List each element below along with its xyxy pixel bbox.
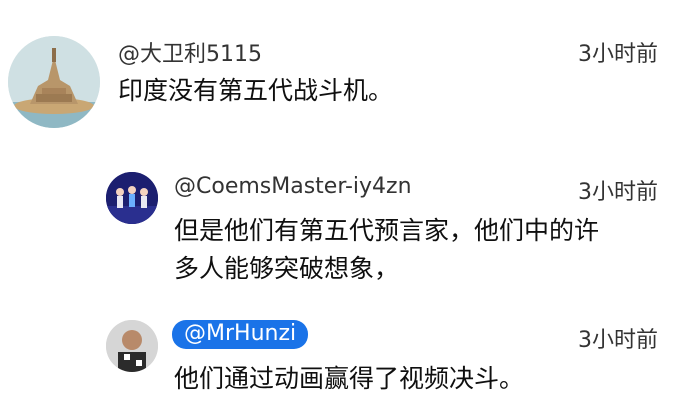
comment-timestamp: 3小时前 (578, 180, 658, 205)
comment-2: @CoemsMaster-iy4zn 3小时前 但是他们有第五代预言家，他们中的… (0, 160, 684, 290)
comment-text-line2: 多人能够突破想象， (174, 254, 400, 283)
comment-author[interactable]: @CoemsMaster-iy4zn (174, 174, 412, 199)
castle-island-avatar[interactable] (8, 36, 100, 128)
comment-author-chip[interactable]: @MrHunzi (172, 320, 309, 349)
comment-3: @MrHunzi 3小时前 他们通过动画赢得了视频决斗。 (0, 310, 684, 410)
dancers-avatar[interactable] (106, 172, 158, 224)
comment-text-line1: 但是他们有第五代预言家，他们中的许 (174, 216, 600, 245)
comment-author[interactable]: @大卫利5115 (118, 36, 262, 68)
person-avatar[interactable] (106, 320, 158, 372)
comment-timestamp: 3小时前 (578, 42, 658, 67)
comment-text: 印度没有第五代战斗机。 (118, 76, 394, 105)
comment-text: 他们通过动画赢得了视频决斗。 (174, 364, 525, 393)
comment-timestamp: 3小时前 (578, 328, 658, 353)
comment-1: @大卫利5115 3小时前 印度没有第五代战斗机。 (0, 0, 684, 140)
